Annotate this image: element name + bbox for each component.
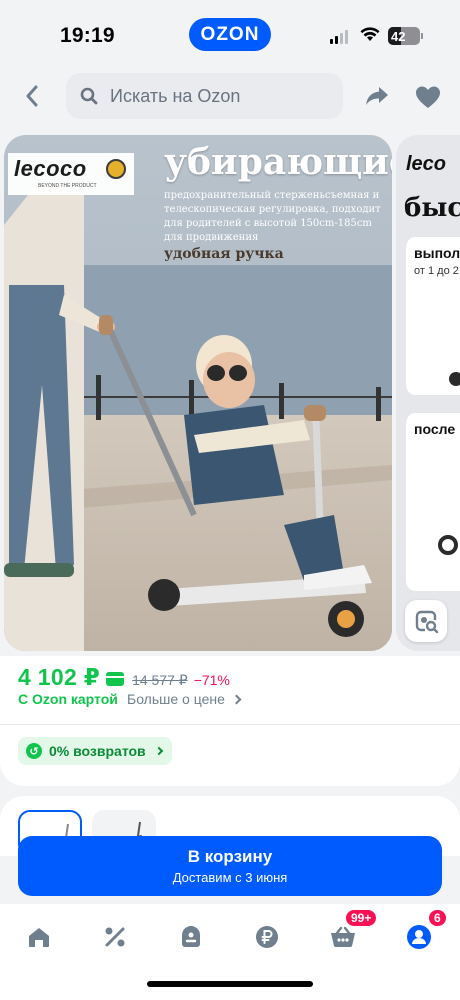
chevron-right-icon [154, 746, 163, 756]
wifi-icon [360, 27, 380, 41]
price-current: 4 102 ₽ [18, 664, 101, 690]
share-icon[interactable] [364, 83, 390, 109]
next-slide-label: от 1 до 2 [414, 265, 459, 277]
returns-label: 0% возвратов [49, 743, 146, 759]
home-icon [29, 928, 49, 947]
price-discount: −71% [193, 672, 230, 688]
chevron-right-icon [231, 694, 242, 704]
price-row[interactable]: 4 102 ₽ 14 577 ₽ −71% [18, 664, 230, 691]
next-slide-card: выпол от 1 до 2 [406, 237, 460, 395]
promo-handle-label: удобная ручка [164, 246, 284, 262]
delivery-date: Доставим с 3 июня [172, 870, 288, 885]
nav-discounts[interactable] [93, 922, 137, 952]
signal-icon [330, 30, 348, 44]
nav-favorites[interactable] [169, 922, 213, 952]
battery-icon: 42 [388, 27, 420, 45]
brand-logo-icon [106, 159, 126, 179]
scooter-wheel-icon [438, 535, 458, 555]
brand-name: lecoco [14, 156, 87, 181]
promo-title: убирающиеся [164, 141, 392, 183]
back-arrow-icon [26, 85, 38, 107]
search-input[interactable]: Искать на Ozon [66, 73, 343, 119]
find-similar-button[interactable] [405, 600, 447, 642]
cart-count-badge: 99+ [344, 908, 379, 928]
ozon-card-label: С Ozon картой [18, 691, 118, 707]
more-about-price-label: Больше о цене [127, 691, 225, 707]
returns-icon: ↺ [26, 743, 42, 759]
home-indicator [147, 981, 313, 987]
ruble-icon [256, 926, 278, 948]
battery-level: 42 [391, 28, 406, 44]
returns-badge[interactable]: ↺ 0% возвратов [18, 737, 172, 765]
next-slide-brand: leco [406, 153, 447, 175]
more-about-price-link[interactable]: Больше о цене [127, 691, 242, 707]
next-slide-label: после [414, 421, 456, 437]
price-section: 4 102 ₽ 14 577 ₽ −71% С Ozon картой Боль… [0, 656, 460, 786]
add-to-cart-label: В корзину [187, 847, 273, 866]
profile-notifications-badge: 6 [427, 908, 448, 928]
next-slide-label: выпол [414, 245, 460, 261]
profile-icon [407, 925, 431, 949]
ozon-card-icon [106, 672, 125, 686]
status-bar: 19:19 OZON 42 [0, 0, 460, 68]
search-placeholder: Искать на Ozon [110, 85, 241, 106]
next-product-image[interactable]: leco быст выпол от 1 до 2 после [396, 135, 460, 651]
ozon-logo: OZON [189, 18, 271, 51]
battery-tip [421, 33, 423, 39]
brand-badge: lecoco BEYOND THE PRODUCT [8, 153, 134, 195]
bag-icon [182, 926, 200, 947]
brand-tagline: BEYOND THE PRODUCT [38, 183, 97, 189]
nav-payments[interactable] [245, 922, 289, 952]
image-search-icon [415, 610, 439, 634]
percent-icon [105, 927, 125, 947]
product-image[interactable]: lecoco BEYOND THE PRODUCT убирающиеся пр… [4, 135, 392, 651]
divider [0, 724, 460, 725]
heart-icon[interactable] [414, 84, 442, 110]
back-button[interactable] [16, 82, 48, 110]
price-old: 14 577 ₽ [132, 672, 188, 688]
next-slide-card: после [406, 413, 460, 591]
scooter-wheel-icon [449, 372, 460, 386]
nav-home[interactable] [17, 922, 61, 952]
cart-icon [331, 926, 355, 948]
add-to-cart-button[interactable]: В корзину Доставим с 3 июня [18, 836, 442, 896]
search-icon [80, 87, 98, 105]
status-time: 19:19 [60, 24, 115, 47]
promo-description: предохранительный стерженьсъемная и теле… [164, 190, 381, 243]
next-slide-title: быст [404, 193, 460, 223]
